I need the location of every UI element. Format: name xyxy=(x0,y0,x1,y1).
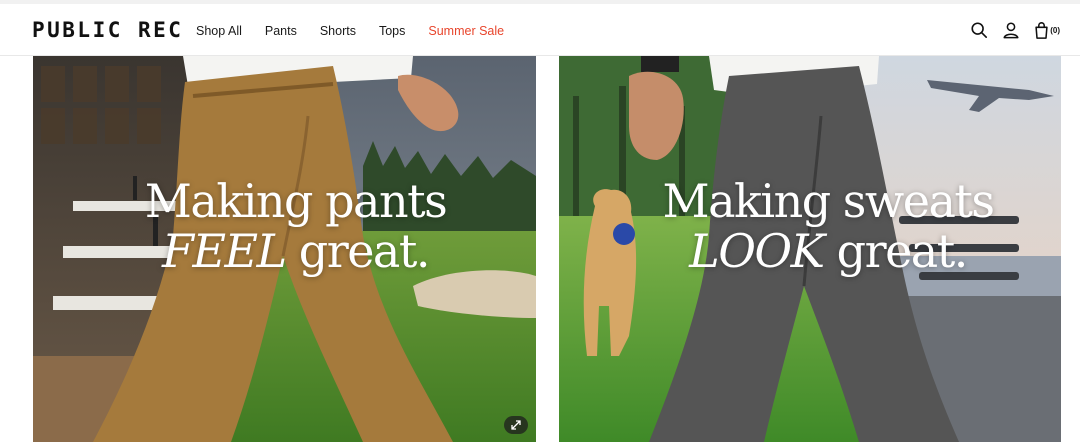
expand-arrows-icon xyxy=(511,420,521,430)
nav-item-summer-sale[interactable]: Summer Sale xyxy=(428,23,504,39)
hero-headline-sweats: Making sweats LOOK great. xyxy=(559,176,1061,276)
headline-line-1: Making sweats xyxy=(662,174,995,228)
user-icon[interactable] xyxy=(1002,21,1020,39)
headline-line-2: FEEL great. xyxy=(55,226,536,276)
main-nav: Shop All Pants Shorts Tops Summer Sale xyxy=(196,23,527,39)
bag-icon[interactable] xyxy=(1034,21,1049,39)
nav-item-shop-all[interactable]: Shop All xyxy=(196,23,242,39)
header-icons: (0) xyxy=(956,21,1060,39)
hero-panel-sweats[interactable]: Making sweats LOOK great. xyxy=(559,56,1061,442)
nav-item-tops[interactable]: Tops xyxy=(379,23,405,39)
nav-item-pants[interactable]: Pants xyxy=(265,23,297,39)
headline-line-1: Making pants xyxy=(144,174,448,228)
headline-rest: great. xyxy=(285,224,431,278)
brand-logo[interactable]: PUBLIC REC xyxy=(32,18,183,42)
nav-item-shorts[interactable]: Shorts xyxy=(320,23,356,39)
hero-panel-pants[interactable]: Making pants FEEL great. xyxy=(33,56,536,442)
headline-line-2: LOOK great. xyxy=(595,226,1061,276)
expand-button[interactable] xyxy=(504,416,528,434)
headline-emphasis: FEEL xyxy=(162,224,287,278)
hero-headline-pants: Making pants FEEL great. xyxy=(33,176,536,276)
headline-emphasis: LOOK xyxy=(689,224,825,278)
search-icon[interactable] xyxy=(970,21,988,39)
cart-count-badge[interactable]: (0) xyxy=(1050,26,1060,35)
headline-rest: great. xyxy=(823,224,969,278)
site-header: PUBLIC REC Shop All Pants Shorts Tops Su… xyxy=(0,4,1080,56)
